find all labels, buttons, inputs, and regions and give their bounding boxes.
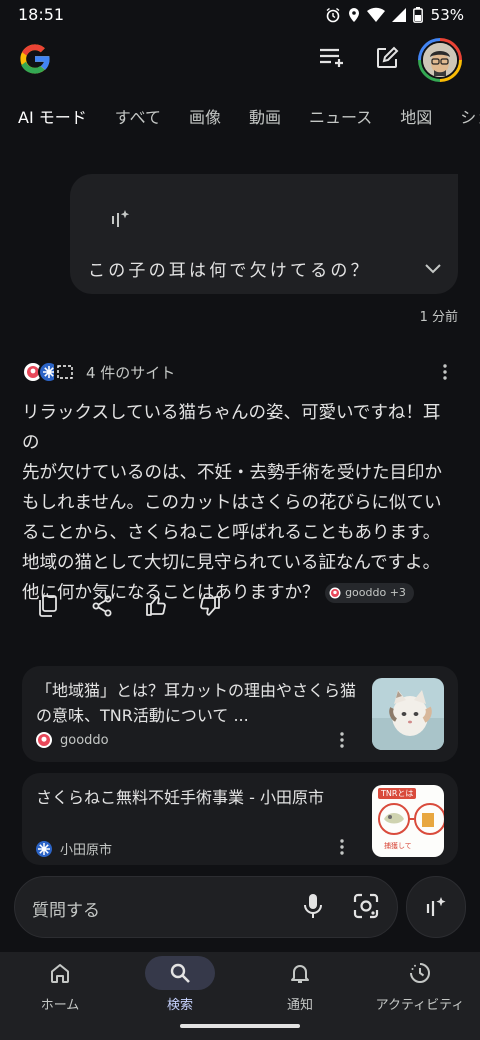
nav-activity[interactable]: アクティビティ — [360, 952, 480, 1022]
avatar[interactable] — [418, 38, 462, 82]
question-text: この子の耳は何で欠けてるの？ — [88, 261, 371, 281]
thumbs-down-icon — [199, 595, 221, 617]
search-tabs: AI モード すべて 画像 動画 ニュース 地図 ショ — [0, 100, 480, 132]
tasks-button[interactable] — [312, 38, 352, 78]
tab-news[interactable]: ニュース — [309, 100, 372, 132]
signal-icon — [391, 7, 407, 23]
status-bar: 18:51 53% — [0, 0, 480, 30]
result-source-name: 小田原市 — [60, 843, 113, 858]
site-source-icon — [54, 361, 76, 383]
sources-row[interactable]: 4 件のサイト — [22, 360, 175, 384]
result-thumbnail[interactable] — [372, 678, 444, 750]
home-indicator[interactable] — [180, 1024, 300, 1028]
tab-shopping[interactable]: ショ — [460, 100, 480, 132]
nav-label: アクティビティ — [375, 998, 465, 1013]
result-card[interactable]: さくらねこ無料不妊手術事業 - 小田原市 小田原市 TNRとは 捕獲して — [22, 773, 458, 865]
tab-all[interactable]: すべて — [115, 100, 161, 132]
answer-actions — [34, 592, 224, 620]
nav-notifications[interactable]: 通知 — [240, 952, 360, 1022]
tab-ai-mode[interactable]: AI モード — [18, 100, 87, 132]
avatar-image — [421, 41, 459, 79]
nav-label: ホーム — [40, 998, 80, 1013]
ask-input[interactable]: 質問する — [32, 896, 100, 921]
edit-button[interactable] — [367, 38, 407, 78]
activity-icon — [385, 956, 455, 990]
result-source-name: gooddo — [60, 732, 109, 748]
result-more-button[interactable] — [340, 732, 344, 748]
result-title[interactable]: さくらねこ無料不妊手術事業 - 小田原市 — [36, 785, 366, 810]
more-vert-icon — [443, 364, 447, 380]
mic-icon — [300, 892, 326, 920]
citation-chip[interactable]: gooddo +3 — [325, 583, 414, 603]
ai-mode-button[interactable] — [406, 876, 466, 938]
result-card[interactable]: 「地域猫」とは？耳カットの理由やさくら猫の意味、TNR活動について ... go… — [22, 666, 458, 762]
search-icon — [145, 956, 215, 990]
ai-sparkle-icon — [424, 895, 448, 919]
edit-icon — [375, 46, 399, 70]
nav-home[interactable]: ホーム — [0, 952, 120, 1022]
nav-label: 通知 — [286, 998, 313, 1013]
answer-line: 先が欠けているのは、不妊・去勢手術を受けた目印か — [22, 463, 442, 483]
result-title[interactable]: 「地域猫」とは？耳カットの理由やさくら猫の意味、TNR活動について ... — [36, 678, 366, 728]
answer-more-button[interactable] — [433, 360, 457, 384]
thumbs-up-button[interactable] — [142, 592, 170, 620]
copy-icon — [38, 595, 58, 617]
status-time: 18:51 — [18, 5, 65, 24]
result-source: 小田原市 — [36, 839, 112, 858]
battery-percent: 53% — [430, 6, 464, 24]
voice-button[interactable] — [300, 892, 326, 920]
camera-lens-icon — [352, 892, 380, 920]
answer-line: ることから、さくらねこと呼ばれることもあります。 — [22, 523, 441, 543]
wifi-icon — [366, 7, 385, 23]
expand-chevron-icon[interactable] — [424, 262, 442, 276]
alarm-icon — [325, 7, 341, 23]
nav-search[interactable]: 検索 — [120, 952, 240, 1022]
copy-button[interactable] — [34, 592, 62, 620]
tab-maps[interactable]: 地図 — [400, 100, 432, 132]
tab-videos[interactable]: 動画 — [249, 100, 281, 132]
tasks-icon — [319, 47, 345, 69]
tab-images[interactable]: 画像 — [189, 100, 221, 132]
lens-button[interactable] — [352, 892, 380, 920]
google-logo[interactable] — [16, 40, 54, 78]
ai-answer: リラックスしている猫ちゃんの姿、可愛いですね！耳の 先が欠けているのは、不妊・去… — [22, 398, 452, 608]
question-timestamp: 1 分前 — [419, 310, 458, 325]
result-thumbnail[interactable]: TNRとは 捕獲して — [372, 785, 444, 857]
battery-icon — [412, 7, 423, 23]
answer-line: もしれません。このカットはさくらの花びらに似てい — [22, 493, 442, 513]
share-icon — [92, 595, 112, 617]
home-icon — [25, 956, 95, 990]
result-more-button[interactable] — [340, 839, 344, 855]
location-icon — [347, 7, 361, 23]
thumbs-up-icon — [145, 595, 167, 617]
answer-line: リラックスしている猫ちゃんの姿、可愛いですね！耳の — [22, 403, 441, 453]
result-source: gooddo — [36, 732, 109, 748]
odawara-favicon-icon — [36, 840, 52, 857]
share-button[interactable] — [88, 592, 116, 620]
gooddo-chip-icon — [329, 587, 341, 599]
nav-label: 検索 — [166, 998, 193, 1013]
bell-icon — [265, 956, 335, 990]
status-icons: 53% — [325, 6, 464, 24]
citation-chip-label: gooddo +3 — [345, 586, 406, 599]
sources-count: 4 件のサイト — [86, 363, 176, 382]
thumb-caption: 捕獲して — [384, 842, 412, 850]
thumbs-down-button[interactable] — [196, 592, 224, 620]
gooddo-favicon-icon — [36, 732, 52, 748]
ai-sparkle-icon — [110, 208, 132, 230]
answer-line: 地域の猫として大切に見守られている証なんですよ。 — [22, 553, 441, 573]
